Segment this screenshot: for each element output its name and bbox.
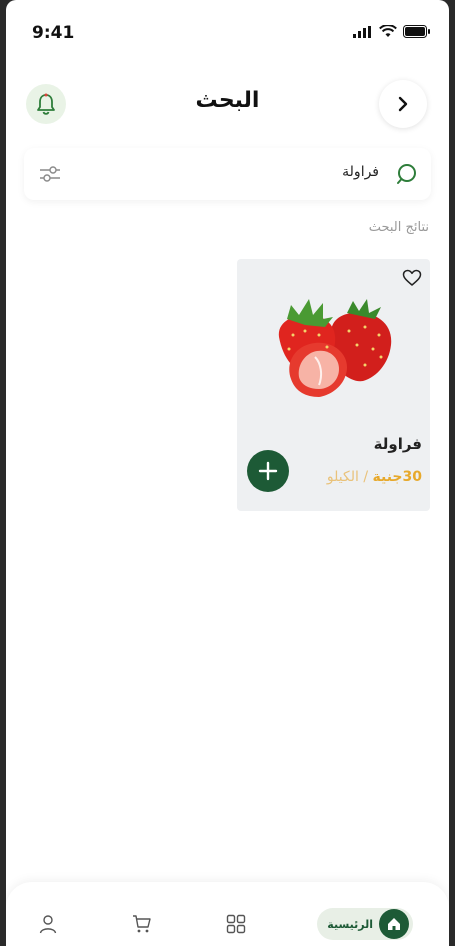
nav-categories[interactable] [226, 914, 246, 938]
back-button[interactable] [379, 80, 427, 128]
grid-icon [226, 914, 246, 934]
heart-icon [402, 269, 422, 286]
nav-profile[interactable] [38, 914, 58, 938]
nav-home[interactable]: الرئيسية [317, 908, 413, 940]
strawberry-image [278, 299, 392, 397]
results-label: نتائج البحث [368, 220, 429, 235]
plus-icon [258, 461, 278, 481]
status-time: 9:41 [32, 23, 75, 43]
filter-button[interactable] [38, 162, 62, 190]
signal-icon [353, 25, 371, 38]
status-icons [353, 25, 431, 38]
favorite-button[interactable] [402, 269, 422, 291]
search-icon [395, 162, 419, 190]
price-amount: 30جنية [372, 469, 423, 485]
status-bar: 9:41 [6, 0, 449, 60]
product-name: فراولة [373, 435, 422, 453]
nav-home-label: الرئيسية [327, 917, 373, 931]
home-icon-badge [379, 909, 409, 939]
chevron-right-icon [398, 96, 408, 112]
battery-icon [403, 25, 430, 38]
product-card[interactable]: فراولة 30جنية / الكيلو [237, 259, 430, 511]
wifi-icon [379, 25, 397, 37]
home-icon [388, 918, 400, 930]
search-input[interactable]: فراولة [342, 164, 379, 180]
price-unit: / الكيلو [326, 469, 373, 485]
search-bar[interactable]: فراولة [24, 148, 431, 200]
phone-screen: 9:41 البحث فراولة نتائج البحث فراولة 30ج… [6, 0, 449, 946]
bottom-nav: الرئيسية [6, 882, 449, 946]
cart-icon [133, 915, 151, 933]
sliders-icon [40, 166, 60, 182]
add-to-cart-button[interactable] [247, 450, 289, 492]
product-price: 30جنية / الكيلو [327, 469, 422, 485]
nav-cart[interactable] [132, 914, 152, 938]
user-icon [39, 915, 57, 934]
